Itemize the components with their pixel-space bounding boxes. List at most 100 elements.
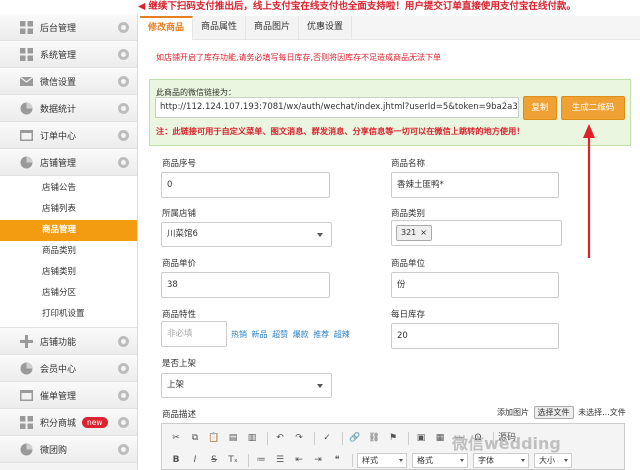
numbered-list-icon[interactable]: ≔ xyxy=(253,453,269,467)
sidebar-item-orders[interactable]: 订单中心 xyxy=(0,122,137,149)
submenu-product-management[interactable]: 商品管理 xyxy=(0,220,137,241)
category-tag-input[interactable]: 321 × xyxy=(391,220,562,246)
format-select[interactable]: 格式 xyxy=(412,452,468,468)
watermark: 微信wedding xyxy=(452,434,561,453)
shop-select[interactable]: 川菜馆6 xyxy=(161,222,332,247)
name-input[interactable]: 香辣土匪鸭* xyxy=(391,172,559,198)
pie-chart-icon xyxy=(20,443,33,456)
copy-button[interactable]: 复制 xyxy=(523,96,557,120)
sidebar-item-shop-management[interactable]: 店铺管理 xyxy=(0,149,137,176)
choose-file-button[interactable]: 选择文件 xyxy=(533,406,574,419)
unit-label: 商品单位 xyxy=(391,259,426,269)
stock-input[interactable]: 20 xyxy=(391,323,559,349)
sku-input[interactable]: 0 xyxy=(161,172,330,198)
shop-submenu: 店铺公告 店铺列表 商品管理 商品类别 店铺类别 店铺分区 打印机设置 xyxy=(0,176,137,328)
sidebar-item-points-mall[interactable]: 积分商城 new xyxy=(0,409,137,436)
onsale-select[interactable]: 上架 xyxy=(161,373,332,398)
grid-icon xyxy=(20,416,33,429)
feature-tag-bestseller[interactable]: 爆款 xyxy=(293,330,309,339)
notice-text: 继续下扫码支付推出后，线上支付宝在线支付也全面支持啦！用户提交订单直接使用支付宝… xyxy=(148,1,576,12)
chevron-down-icon xyxy=(317,384,323,388)
feature-input[interactable]: 非必填 xyxy=(161,321,227,347)
feature-tag-great[interactable]: 超赞 xyxy=(272,330,288,339)
submenu-printer-settings[interactable]: 打印机设置 xyxy=(0,304,137,325)
image-icon[interactable]: ▣ xyxy=(413,431,429,445)
generate-qr-button[interactable]: 生成二维码 xyxy=(561,96,625,120)
undo-icon[interactable]: ↶ xyxy=(272,431,288,445)
submenu-product-category[interactable]: 商品类别 xyxy=(0,241,137,262)
indent-icon[interactable]: ⇥ xyxy=(310,453,326,467)
sidebar-item-system[interactable]: 系统管理 xyxy=(0,41,137,68)
wechat-link-panel: 此商品的微信链接为： http://112.124.107.193:7081/w… xyxy=(149,79,631,146)
plus-icon xyxy=(20,335,33,348)
description-label: 商品描述 xyxy=(162,410,197,420)
sidebar-item-label: 店铺功能 xyxy=(40,337,77,348)
stock-warning: 如店铺开启了库存功能,请务必填写每日库存,否则将因库存不足造成商品无法下单 xyxy=(156,53,442,62)
submenu-shop-zone[interactable]: 店铺分区 xyxy=(0,283,137,304)
paste-word-icon[interactable]: ▥ xyxy=(244,431,260,445)
feature-tag-hot[interactable]: 热销 xyxy=(231,330,247,339)
tab-edit-product[interactable]: 修改商品 xyxy=(140,16,194,40)
table-icon[interactable]: ▦ xyxy=(432,431,448,445)
link-icon[interactable]: 🔗 xyxy=(347,431,363,445)
price-label: 商品单价 xyxy=(162,259,197,269)
submenu-shop-list[interactable]: 店铺列表 xyxy=(0,199,137,220)
sidebar-item-backend[interactable]: 后台管理 xyxy=(0,14,137,41)
tab-product-attributes[interactable]: 商品属性 xyxy=(193,16,247,39)
new-badge: new xyxy=(82,416,108,428)
unit-input[interactable]: 份 xyxy=(391,272,559,298)
window-icon xyxy=(20,390,33,401)
sidebar-item-group-buy[interactable]: 微团购 xyxy=(0,436,137,463)
anchor-flag-icon[interactable]: ⚑ xyxy=(385,431,401,445)
image-upload: 添加图片 选择文件 未选择...文件 xyxy=(497,406,626,419)
font-select[interactable]: 字体 xyxy=(473,452,529,468)
italic-icon[interactable]: I xyxy=(187,453,203,467)
unlink-icon[interactable]: ⛓ xyxy=(366,431,382,445)
paste-text-icon[interactable]: ▤ xyxy=(225,431,241,445)
tab-product-images[interactable]: 商品图片 xyxy=(246,16,300,39)
feature-tag-spicy[interactable]: 超辣 xyxy=(334,330,350,339)
sidebar-item-label: 后台管理 xyxy=(40,23,77,34)
price-input[interactable]: 38 xyxy=(161,272,330,298)
sidebar-item-statistics[interactable]: 数据统计 xyxy=(0,95,137,122)
bullet-list-icon[interactable]: ☰ xyxy=(272,453,288,467)
mail-icon xyxy=(20,76,33,86)
sidebar-item-reminder[interactable]: 催单管理 xyxy=(0,382,137,409)
cut-icon[interactable]: ✂ xyxy=(168,431,184,445)
add-image-label: 添加图片 xyxy=(497,408,529,417)
submenu-shop-category[interactable]: 店铺类别 xyxy=(0,262,137,283)
remove-tag-icon[interactable]: × xyxy=(420,228,427,237)
circle-arrow-icon xyxy=(118,22,129,33)
style-select[interactable]: 样式 xyxy=(357,452,407,468)
stock-label: 每日库存 xyxy=(391,310,426,320)
strike-icon[interactable]: S xyxy=(206,453,222,467)
pie-chart-icon xyxy=(20,102,33,115)
tab-discount-settings[interactable]: 优惠设置 xyxy=(299,16,353,39)
redo-icon[interactable]: ↷ xyxy=(291,431,307,445)
paste-icon[interactable]: 📋 xyxy=(206,431,222,445)
clear-format-icon[interactable]: Tₓ xyxy=(225,453,241,467)
no-file-label: 未选择...文件 xyxy=(578,408,626,417)
circle-arrow-icon xyxy=(118,103,129,114)
feature-tag-recommended[interactable]: 推荐 xyxy=(313,330,329,339)
feature-tag-new[interactable]: 新品 xyxy=(252,330,268,339)
submenu-shop-notice[interactable]: 店铺公告 xyxy=(0,178,137,199)
pie-chart-icon xyxy=(20,362,33,375)
sidebar-item-wechat-settings[interactable]: 微信设置 xyxy=(0,68,137,95)
copy-icon[interactable]: ⧉ xyxy=(187,431,203,445)
sku-label: 商品序号 xyxy=(162,159,197,169)
pie-chart-icon xyxy=(20,156,33,169)
window-icon xyxy=(20,130,33,141)
name-label: 商品名称 xyxy=(391,159,426,169)
spellcheck-icon[interactable]: ✓ xyxy=(319,431,335,445)
sidebar-item-shop-features[interactable]: 店铺功能 xyxy=(0,328,137,355)
size-select[interactable]: 大小 xyxy=(534,452,572,468)
sidebar-item-member-center[interactable]: 会员中心 xyxy=(0,355,137,382)
sidebar-item-label: 微团购 xyxy=(40,445,68,456)
blockquote-icon[interactable]: ❝ xyxy=(329,453,345,467)
category-tag-text: 321 xyxy=(401,228,417,237)
onsale-label: 是否上架 xyxy=(162,359,197,369)
bold-icon[interactable]: B xyxy=(168,453,184,467)
wechat-link-input[interactable]: http://112.124.107.193:7081/wx/auth/wech… xyxy=(155,97,519,118)
outdent-icon[interactable]: ⇤ xyxy=(291,453,307,467)
